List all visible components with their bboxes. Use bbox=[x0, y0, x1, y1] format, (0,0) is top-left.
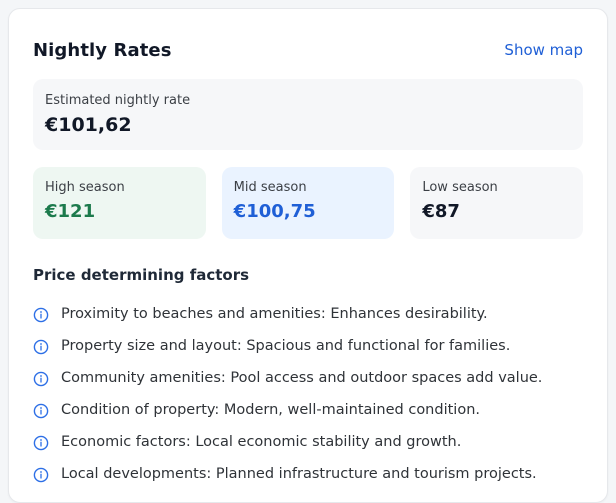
season-value-low: €87 bbox=[422, 201, 460, 222]
card-title: Nightly Rates bbox=[33, 39, 172, 61]
info-icon bbox=[33, 435, 49, 451]
price-factor-text: Property size and layout: Spacious and f… bbox=[61, 338, 511, 355]
info-icon bbox=[33, 339, 49, 355]
season-card-low: Low season €87 bbox=[410, 167, 584, 239]
nightly-rates-card: Nightly Rates Show map Estimated nightly… bbox=[8, 8, 608, 503]
show-map-link[interactable]: Show map bbox=[504, 41, 583, 59]
season-rates: High season €121 Mid season €100,75 Low … bbox=[33, 167, 584, 239]
season-value-high: €121 bbox=[45, 201, 96, 222]
price-factor-item: Proximity to beaches and amenities: Enha… bbox=[33, 299, 583, 331]
price-factor-item: Economic factors: Local economic stabili… bbox=[33, 427, 583, 459]
info-icon bbox=[33, 307, 49, 323]
price-factor-text: Condition of property: Modern, well-main… bbox=[61, 402, 480, 419]
price-factor-text: Community amenities: Pool access and out… bbox=[61, 370, 543, 387]
price-factor-item: Condition of property: Modern, well-main… bbox=[33, 395, 583, 427]
estimated-rate-label: Estimated nightly rate bbox=[45, 93, 191, 108]
season-card-mid: Mid season €100,75 bbox=[221, 167, 395, 239]
price-factors-title: Price determining factors bbox=[33, 266, 250, 284]
info-icon bbox=[33, 371, 49, 387]
info-icon bbox=[33, 403, 49, 419]
season-label-high: High season bbox=[45, 180, 125, 195]
season-value-mid: €100,75 bbox=[233, 201, 316, 222]
estimated-rate-panel: Estimated nightly rate €101,62 bbox=[33, 79, 583, 150]
price-factor-item: Property size and layout: Spacious and f… bbox=[33, 331, 583, 363]
price-factor-item: Local developments: Planned infrastructu… bbox=[33, 459, 583, 491]
price-factors-list: Proximity to beaches and amenities: Enha… bbox=[33, 299, 583, 491]
card-header: Nightly Rates Show map bbox=[33, 37, 583, 63]
season-label-mid: Mid season bbox=[233, 180, 307, 195]
price-factor-text: Economic factors: Local economic stabili… bbox=[61, 434, 462, 451]
price-factor-text: Proximity to beaches and amenities: Enha… bbox=[61, 306, 488, 323]
price-factor-item: Community amenities: Pool access and out… bbox=[33, 363, 583, 395]
price-factor-text: Local developments: Planned infrastructu… bbox=[61, 466, 537, 483]
season-card-high: High season €121 bbox=[33, 167, 206, 239]
estimated-rate-value: €101,62 bbox=[45, 114, 132, 136]
info-icon bbox=[33, 467, 49, 483]
season-label-low: Low season bbox=[422, 180, 498, 195]
